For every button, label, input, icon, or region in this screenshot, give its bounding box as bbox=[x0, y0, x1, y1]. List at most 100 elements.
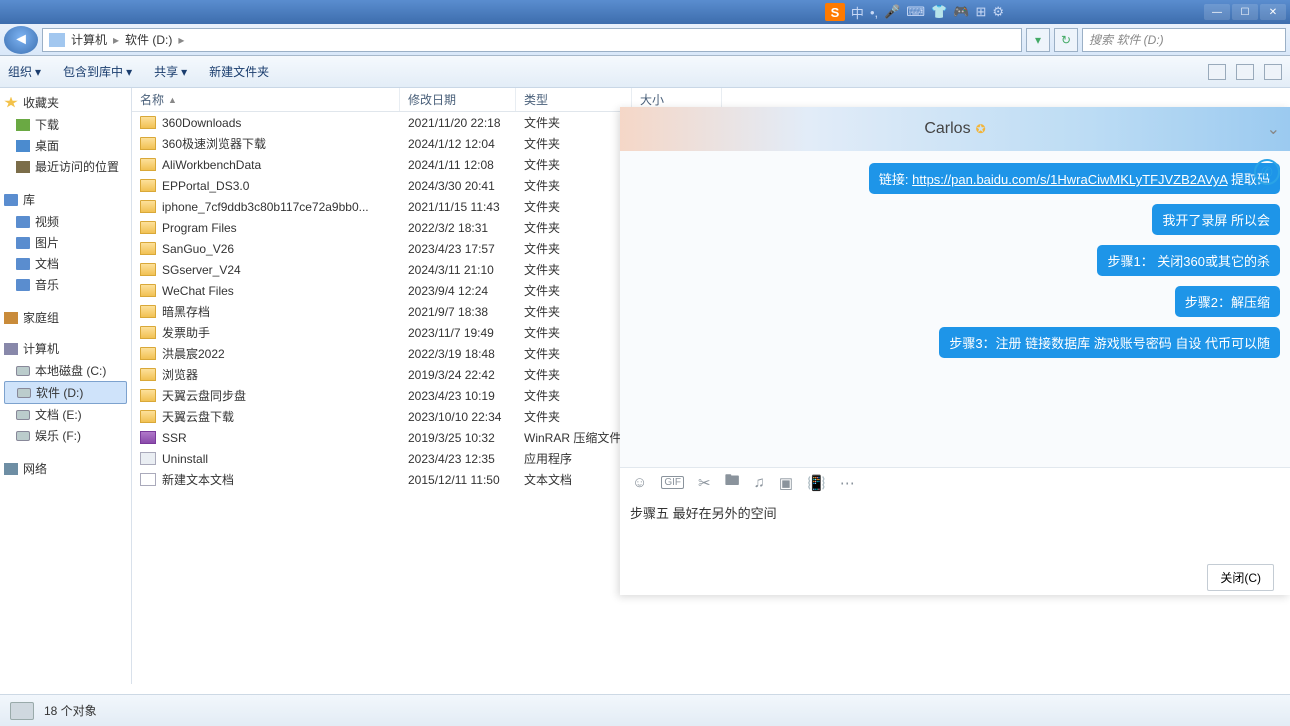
computer-icon bbox=[4, 343, 18, 355]
sidebar-music[interactable]: 音乐 bbox=[4, 274, 127, 295]
sidebar-libraries[interactable]: 库 bbox=[4, 191, 127, 208]
minimize-button[interactable]: — bbox=[1204, 4, 1230, 20]
rar-icon bbox=[140, 431, 156, 444]
chat-bubble: 步骤2：解压缩 bbox=[1175, 286, 1280, 317]
sidebar-homegroup[interactable]: 家庭组 bbox=[4, 309, 127, 326]
close-button[interactable]: 关闭(C) bbox=[1207, 564, 1274, 591]
ime-gear-icon[interactable]: ⚙ bbox=[992, 4, 1004, 20]
sidebar-drive-e[interactable]: 文档 (E:) bbox=[4, 404, 127, 425]
ime-punct-icon[interactable]: •, bbox=[870, 5, 878, 20]
file-name: 新建文本文档 bbox=[162, 471, 234, 488]
chat-bubble: 步骤3：注册 链接数据库 游戏账号密码 自设 代币可以随 bbox=[939, 327, 1280, 358]
folder-icon bbox=[140, 221, 156, 234]
chat-bubble: 步骤1： 关闭360或其它的杀 bbox=[1097, 245, 1280, 276]
file-type: 文件夹 bbox=[516, 177, 632, 194]
folder-icon bbox=[140, 410, 156, 423]
call-icon[interactable]: ✆ bbox=[1254, 159, 1280, 185]
new-folder-button[interactable]: 新建文件夹 bbox=[209, 63, 269, 80]
folder-icon[interactable]: 🖿 bbox=[725, 470, 740, 495]
gif-icon[interactable]: GIF bbox=[661, 476, 684, 489]
txt-icon bbox=[140, 473, 156, 486]
sidebar-recent[interactable]: 最近访问的位置 bbox=[4, 156, 127, 177]
column-date[interactable]: 修改日期 bbox=[400, 88, 516, 111]
ime-keyboard-icon[interactable]: ⌨ bbox=[906, 4, 925, 20]
folder-icon bbox=[140, 137, 156, 150]
sidebar-drive-d[interactable]: 软件 (D:) bbox=[4, 381, 127, 404]
ime-game-icon[interactable]: 🎮 bbox=[953, 4, 969, 20]
scissors-icon[interactable]: ✂ bbox=[698, 474, 711, 492]
crumb-root[interactable]: 计算机 bbox=[71, 31, 107, 48]
file-type: 文件夹 bbox=[516, 240, 632, 257]
include-in-library-button[interactable]: 包含到库中 ▾ bbox=[63, 63, 132, 80]
folder-icon bbox=[140, 305, 156, 318]
vip-badge-icon: ✪ bbox=[976, 122, 986, 136]
nav-back-button[interactable]: ◄ bbox=[4, 26, 38, 54]
music-icon[interactable]: ♫ bbox=[754, 474, 765, 491]
sidebar-favorites[interactable]: 收藏夹 bbox=[4, 94, 127, 111]
chat-input[interactable]: 步骤五 最好在另外的空间 bbox=[620, 497, 1290, 559]
file-type: 文件夹 bbox=[516, 198, 632, 215]
address-bar: ◄ 计算机 ▸ 软件 (D:) ▸ ▾ ↻ 搜索 软件 (D:) bbox=[0, 24, 1290, 56]
folder-icon bbox=[140, 389, 156, 402]
close-window-button[interactable]: ✕ bbox=[1260, 4, 1286, 20]
drive-icon bbox=[16, 431, 30, 441]
sidebar-documents[interactable]: 文档 bbox=[4, 253, 127, 274]
sidebar-pictures[interactable]: 图片 bbox=[4, 232, 127, 253]
file-type: 文件夹 bbox=[516, 408, 632, 425]
column-type[interactable]: 类型 bbox=[516, 88, 632, 111]
star-icon bbox=[4, 97, 18, 109]
ime-shirt-icon[interactable]: 👕 bbox=[931, 4, 947, 20]
sidebar-drive-c[interactable]: 本地磁盘 (C:) bbox=[4, 360, 127, 381]
crumb-drive[interactable]: 软件 (D:) bbox=[125, 31, 172, 48]
chat-dropdown-icon[interactable]: ⌄ bbox=[1267, 119, 1280, 139]
file-date: 2024/3/11 21:10 bbox=[400, 263, 516, 277]
chat-input-toolbar: ☺ GIF ✂ 🖿 ♫ ▣ 📳 ⋯ bbox=[620, 467, 1290, 497]
music-icon bbox=[16, 279, 30, 291]
sidebar-downloads[interactable]: 下载 bbox=[4, 114, 127, 135]
history-dropdown-button[interactable]: ▾ bbox=[1026, 28, 1050, 52]
sidebar-network[interactable]: 网络 bbox=[4, 460, 127, 477]
folder-icon bbox=[140, 347, 156, 360]
file-date: 2019/3/25 10:32 bbox=[400, 431, 516, 445]
sogou-ime-icon[interactable]: S bbox=[825, 3, 845, 21]
folder-icon bbox=[140, 179, 156, 192]
chat-window: Carlos ✪ ⌄ ✆ 链接: https://pan.baidu.com/s… bbox=[620, 107, 1290, 595]
file-name: SGserver_V24 bbox=[162, 263, 241, 277]
preview-pane-button[interactable] bbox=[1236, 64, 1254, 80]
organize-button[interactable]: 组织 ▾ bbox=[8, 63, 41, 80]
file-name: 360极速浏览器下载 bbox=[162, 135, 266, 152]
file-date: 2023/10/10 22:34 bbox=[400, 410, 516, 424]
file-name: 天翼云盘下载 bbox=[162, 408, 234, 425]
sidebar-drive-f[interactable]: 娱乐 (F:) bbox=[4, 425, 127, 446]
maximize-button[interactable]: ☐ bbox=[1232, 4, 1258, 20]
file-type: 文件夹 bbox=[516, 324, 632, 341]
breadcrumb[interactable]: 计算机 ▸ 软件 (D:) ▸ bbox=[42, 28, 1022, 52]
sidebar-video[interactable]: 视频 bbox=[4, 211, 127, 232]
file-date: 2024/1/12 12:04 bbox=[400, 137, 516, 151]
image-icon[interactable]: ▣ bbox=[779, 474, 793, 492]
emoji-icon[interactable]: ☺ bbox=[632, 474, 647, 491]
file-name: SanGuo_V26 bbox=[162, 242, 234, 256]
chat-link[interactable]: https://pan.baidu.com/s/1HwraCiwMKLyTFJV… bbox=[912, 172, 1227, 187]
view-mode-button[interactable] bbox=[1208, 64, 1226, 80]
window-titlebar: S 中 •, 🎤 ⌨ 👕 🎮 ⊞ ⚙ — ☐ ✕ bbox=[0, 0, 1290, 24]
column-name[interactable]: 名称▲ bbox=[132, 88, 400, 111]
ime-grid-icon[interactable]: ⊞ bbox=[975, 4, 986, 20]
sidebar-computer[interactable]: 计算机 bbox=[4, 340, 127, 357]
share-button[interactable]: 共享 ▾ bbox=[154, 63, 187, 80]
more-icon[interactable]: ⋯ bbox=[840, 474, 855, 492]
recent-icon bbox=[16, 161, 30, 173]
status-bar: 18 个对象 bbox=[0, 694, 1290, 726]
shake-icon[interactable]: 📳 bbox=[807, 474, 826, 492]
sidebar-desktop[interactable]: 桌面 bbox=[4, 135, 127, 156]
chat-header[interactable]: Carlos ✪ ⌄ bbox=[620, 107, 1290, 151]
refresh-button[interactable]: ↻ bbox=[1054, 28, 1078, 52]
ime-mic-icon[interactable]: 🎤 bbox=[884, 4, 900, 20]
file-type: 文件夹 bbox=[516, 261, 632, 278]
chat-title: Carlos bbox=[924, 120, 970, 138]
help-button[interactable] bbox=[1264, 64, 1282, 80]
file-name: Program Files bbox=[162, 221, 237, 235]
ime-lang[interactable]: 中 bbox=[851, 3, 864, 22]
search-input[interactable]: 搜索 软件 (D:) bbox=[1082, 28, 1286, 52]
file-date: 2023/4/23 17:57 bbox=[400, 242, 516, 256]
